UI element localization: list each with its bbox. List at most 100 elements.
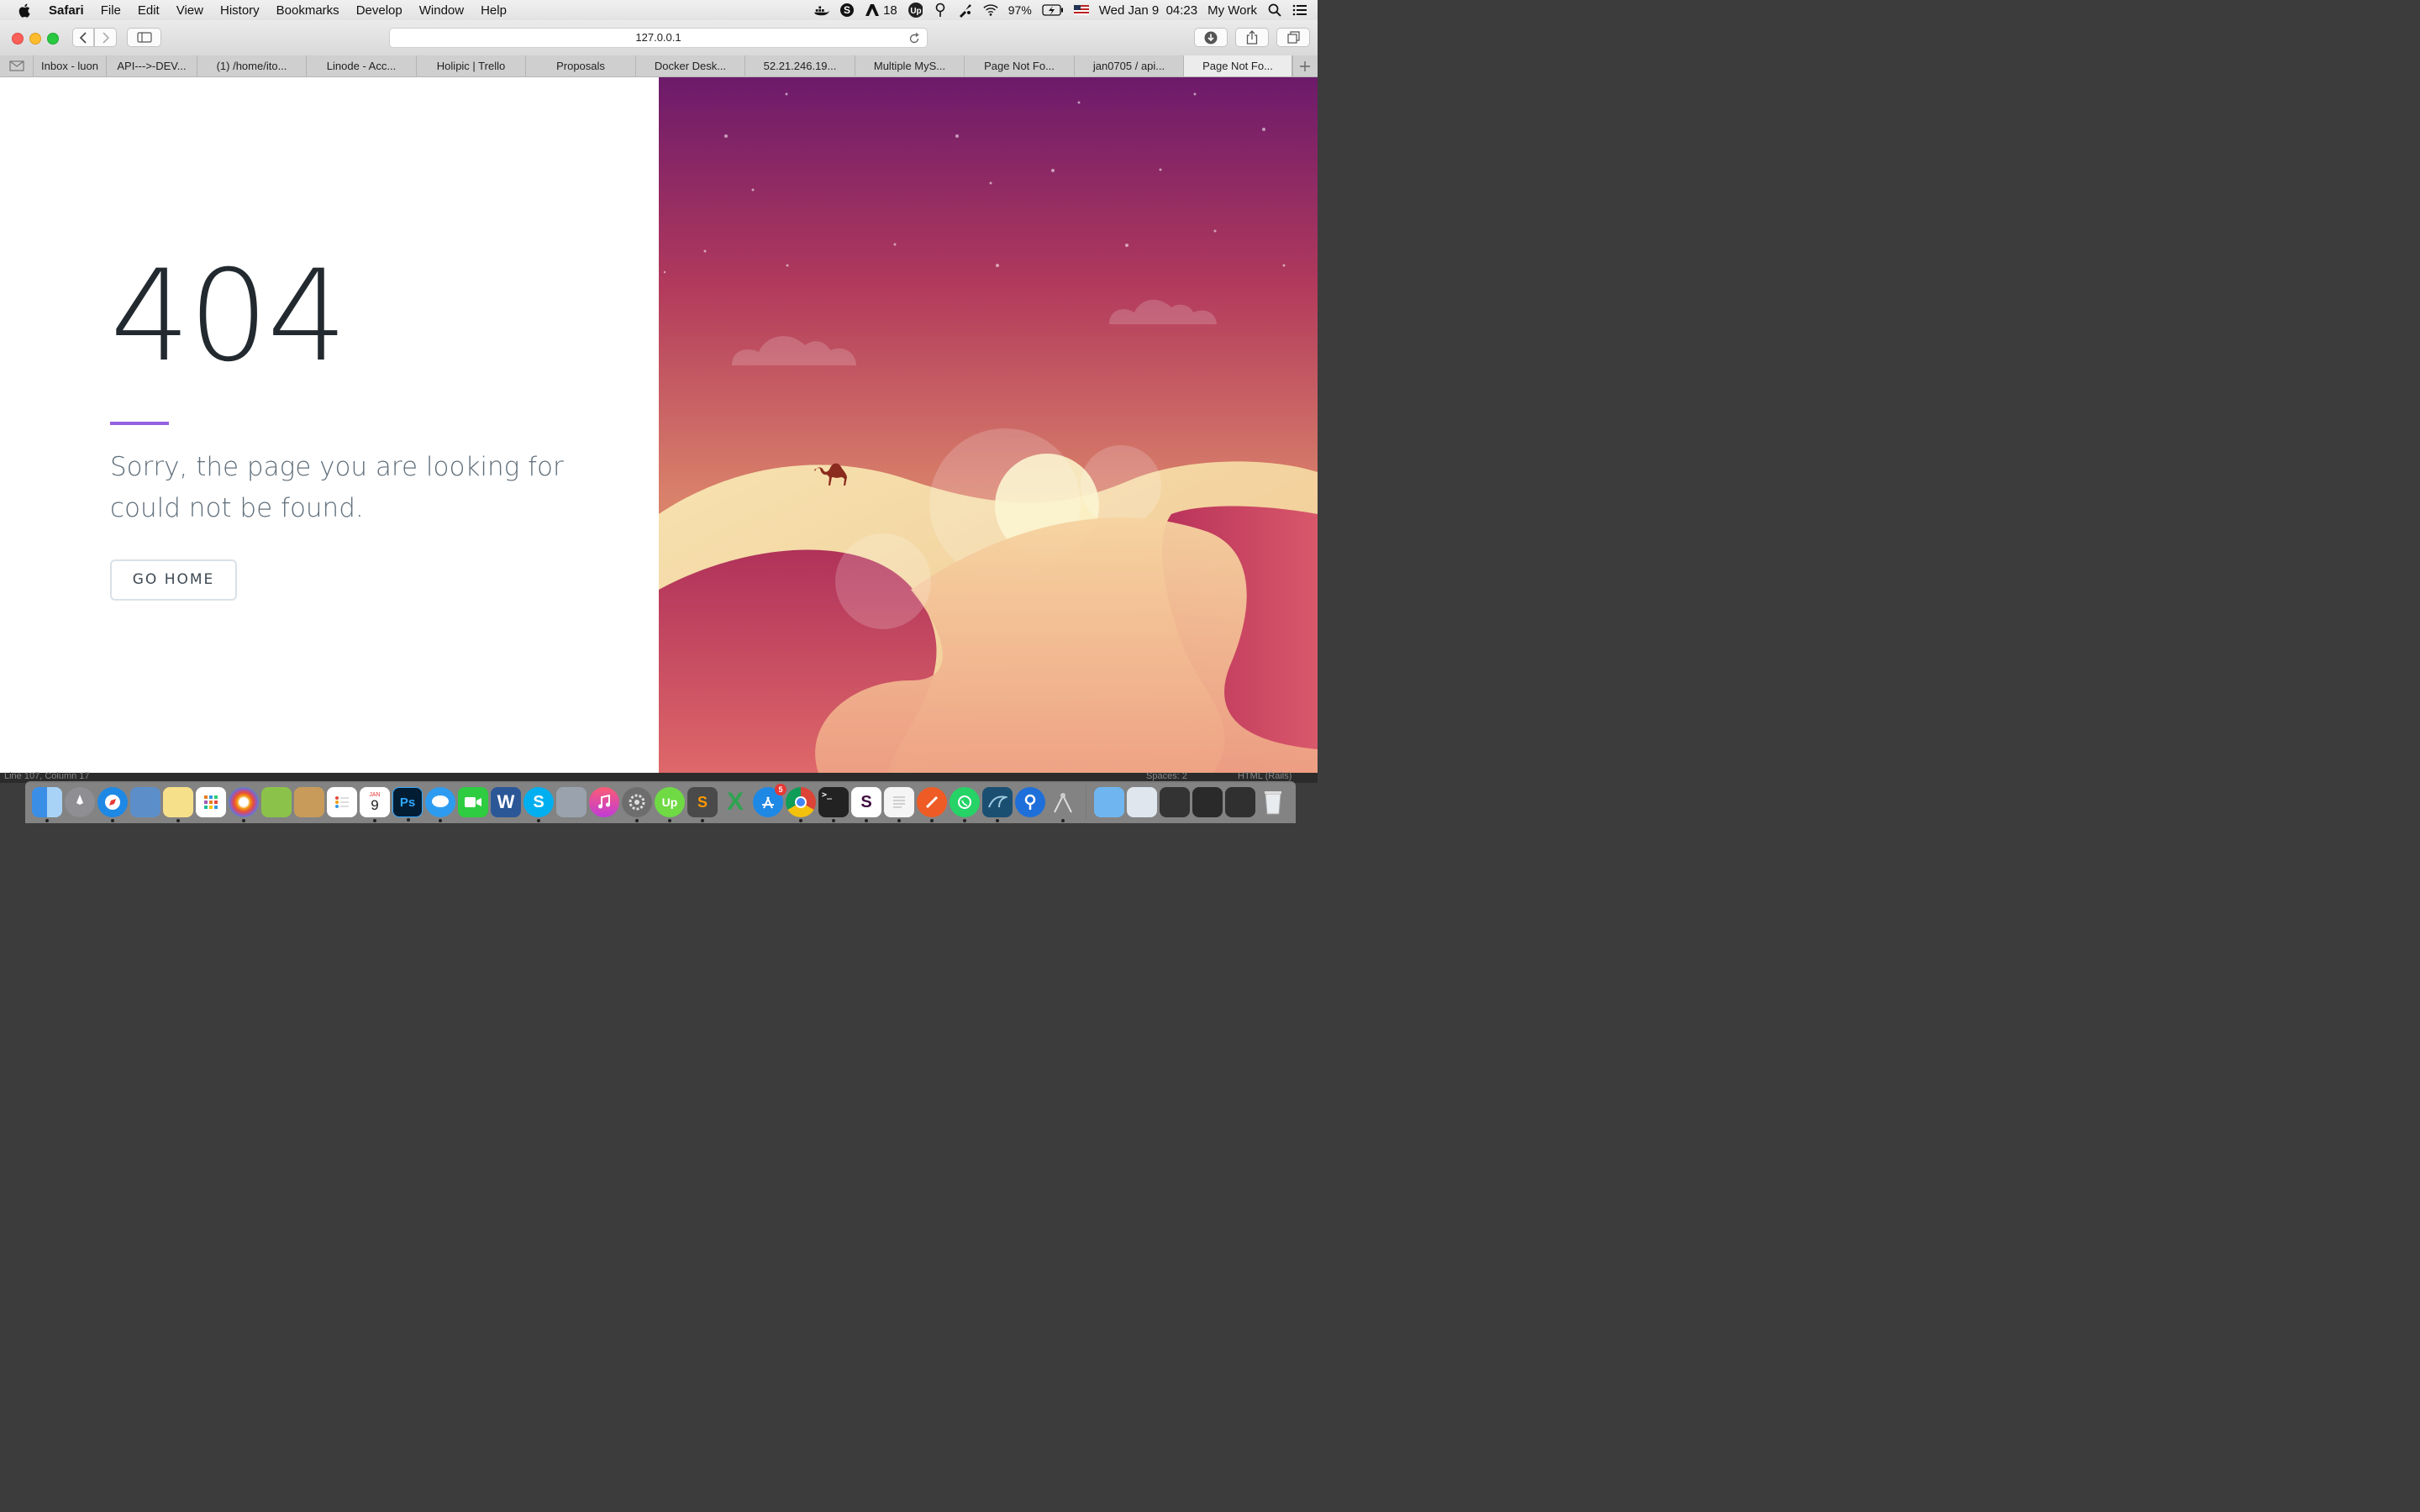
error-message: Sorry, the page you are looking for coul… — [110, 452, 564, 523]
terminal-icon[interactable]: >_ — [818, 787, 849, 822]
address-url: 127.0.0.1 — [635, 31, 681, 44]
slack-icon[interactable]: S — [851, 787, 881, 822]
new-tab-button[interactable] — [1292, 55, 1316, 76]
go-home-button[interactable]: GO HOME — [110, 559, 237, 601]
word-icon[interactable]: W — [491, 787, 521, 817]
workspace-label[interactable]: My Work — [1207, 3, 1257, 18]
trash-icon[interactable] — [1258, 787, 1288, 817]
address-bar[interactable]: 127.0.0.1 — [389, 28, 928, 48]
tab-12-active[interactable]: Page Not Fo... — [1184, 55, 1292, 76]
tab-11[interactable]: jan0705 / api... — [1075, 55, 1184, 76]
tab-overview-button[interactable] — [1276, 28, 1310, 47]
menu-help[interactable]: Help — [481, 3, 507, 18]
airport-utility-icon[interactable] — [1048, 787, 1078, 822]
window-minimize-button[interactable] — [29, 33, 41, 45]
sidebar-toggle-button[interactable] — [127, 28, 161, 47]
indentation-setting[interactable]: Spaces: 2 — [1146, 771, 1187, 781]
menu-develop[interactable]: Develop — [356, 3, 402, 18]
facetime-icon[interactable] — [458, 787, 488, 817]
skype-icon[interactable]: S — [839, 3, 855, 18]
menu-file[interactable]: File — [101, 3, 121, 18]
calendar-icon[interactable]: JAN 9 — [360, 787, 390, 822]
sourcetree-icon[interactable] — [1015, 787, 1045, 817]
minimized-window-3-icon[interactable] — [1225, 787, 1255, 817]
tab-1[interactable]: Inbox - luon — [34, 55, 107, 76]
location-pin-icon[interactable] — [933, 3, 948, 18]
launchpad-grid-icon[interactable] — [196, 787, 226, 817]
apple-icon[interactable] — [18, 3, 34, 18]
upwork-app-icon[interactable]: Up — [655, 787, 685, 822]
messages-icon[interactable] — [425, 787, 455, 822]
battery-charging-icon[interactable] — [1042, 3, 1064, 18]
browser-toolbar: 127.0.0.1 — [0, 20, 1318, 56]
reminders-icon[interactable] — [327, 787, 357, 817]
launchpad-icon[interactable] — [65, 787, 95, 817]
excel-icon[interactable]: X — [720, 787, 750, 817]
finder-icon[interactable] — [32, 787, 62, 822]
tab-4[interactable]: Linode - Acc... — [307, 55, 417, 76]
mysql-workbench-icon[interactable] — [982, 787, 1013, 822]
tab-3[interactable]: (1) /home/ito... — [197, 55, 307, 76]
svg-text:S: S — [844, 4, 850, 16]
spotlight-search-icon[interactable] — [1267, 3, 1282, 18]
maps-icon[interactable] — [261, 787, 292, 817]
tab-7[interactable]: Docker Desk... — [636, 55, 745, 76]
share-button[interactable] — [1235, 28, 1269, 47]
tab-8[interactable]: 52.21.246.19... — [745, 55, 855, 76]
menu-history[interactable]: History — [220, 3, 260, 18]
sublime-text-icon[interactable]: S — [687, 787, 718, 822]
back-button[interactable] — [72, 28, 94, 47]
minimized-window-2-icon[interactable] — [1192, 787, 1223, 817]
syntax-mode[interactable]: HTML (Rails) — [1238, 771, 1292, 781]
reload-icon[interactable] — [908, 32, 920, 50]
tab-2[interactable]: API--->-DEV... — [107, 55, 197, 76]
textedit-icon[interactable] — [884, 787, 914, 822]
postman-icon[interactable] — [917, 787, 947, 822]
forward-button[interactable] — [94, 28, 117, 47]
menu-window[interactable]: Window — [419, 3, 464, 18]
downloads-button[interactable] — [1194, 28, 1228, 47]
system-preferences-icon[interactable] — [622, 787, 652, 822]
dock: JAN 9 Ps W S Up S X 5 >_ S — [25, 781, 1296, 823]
system-utility-icon[interactable] — [556, 787, 587, 817]
menu-edit[interactable]: Edit — [138, 3, 160, 18]
upwork-icon[interactable]: Up — [908, 3, 923, 18]
download-icon — [1204, 31, 1218, 44]
itunes-icon[interactable] — [589, 787, 619, 817]
photoshop-icon[interactable]: Ps — [392, 787, 423, 822]
adobe-icon[interactable] — [865, 3, 880, 18]
window-zoom-button[interactable] — [47, 33, 59, 45]
menu-bookmarks[interactable]: Bookmarks — [276, 3, 339, 18]
menu-app-name[interactable]: Safari — [49, 3, 84, 18]
notification-center-icon[interactable] — [1292, 3, 1307, 18]
app-store-badge: 5 — [775, 784, 786, 795]
clock[interactable]: Wed Jan 9 04:23 — [1099, 3, 1197, 18]
wifi-icon[interactable] — [983, 3, 998, 18]
mail-stamp-icon[interactable] — [130, 787, 160, 817]
document-stack-icon[interactable] — [1127, 787, 1157, 817]
pinned-tab-mail[interactable] — [0, 55, 34, 76]
minimized-window-1-icon[interactable] — [1160, 787, 1190, 817]
safari-icon[interactable] — [97, 787, 128, 822]
app-store-icon[interactable]: 5 — [753, 784, 786, 817]
skype-app-icon[interactable]: S — [523, 787, 554, 822]
notes-icon[interactable] — [163, 787, 193, 822]
downloads-folder-icon[interactable] — [1094, 787, 1124, 817]
chrome-icon[interactable] — [786, 787, 816, 822]
whatsapp-icon[interactable] — [950, 787, 980, 822]
tab-5[interactable]: Holipic | Trello — [417, 55, 526, 76]
sidebar-icon — [136, 32, 152, 43]
tab-6[interactable]: Proposals — [526, 55, 636, 76]
input-source-flag-icon[interactable] — [1073, 5, 1089, 15]
tab-9[interactable]: Multiple MyS... — [855, 55, 965, 76]
contacts-icon[interactable] — [294, 787, 324, 817]
share-icon — [1246, 30, 1258, 45]
menu-view[interactable]: View — [176, 3, 203, 18]
photos-icon[interactable] — [229, 787, 259, 822]
window-close-button[interactable] — [12, 33, 24, 45]
pen-tool-icon[interactable] — [958, 3, 973, 18]
tab-10[interactable]: Page Not Fo... — [965, 55, 1075, 76]
cursor-position: Line 107, Column 17 — [4, 771, 90, 781]
docker-icon[interactable] — [814, 3, 830, 18]
status-tray: S 18 Up 97% Wed Jan 9 04:23 My Work — [814, 0, 1307, 20]
